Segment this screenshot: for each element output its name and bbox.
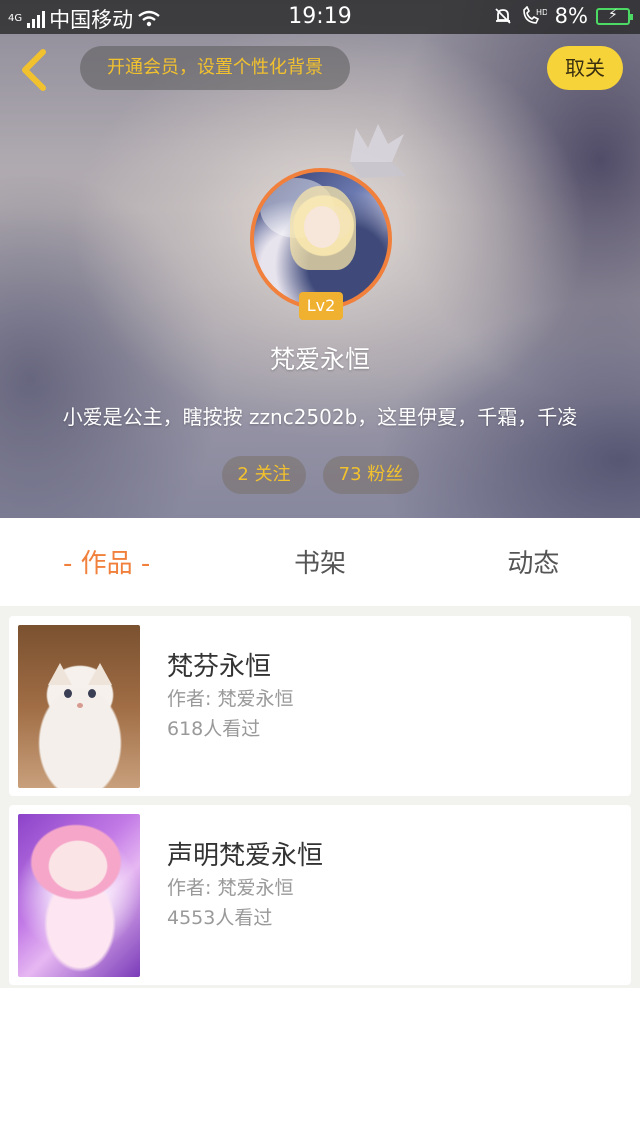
tab-activity[interactable]: 动态 — [427, 518, 640, 606]
cat-eye — [88, 689, 96, 698]
list-item[interactable]: 声明梵爱永恒 作者: 梵爱永恒 4553人看过 — [9, 805, 631, 985]
battery-percent: 8% — [554, 4, 588, 28]
battery-charging-icon: ⚡ — [596, 7, 633, 25]
anime-girl-cover-image — [18, 814, 140, 977]
status-right: HD 8% ⚡ — [493, 4, 633, 28]
avatar-face — [304, 206, 340, 248]
vip-banner-button[interactable]: 开通会员，设置个性化背景 — [80, 46, 350, 90]
work-author: 作者: 梵爱永恒 — [167, 688, 294, 710]
level-badge: Lv2 — [299, 292, 343, 320]
avatar[interactable] — [250, 168, 392, 310]
work-views: 618人看过 — [167, 718, 261, 740]
tab-bookshelf[interactable]: 书架 — [213, 518, 426, 606]
tab-works[interactable]: - 作品 - — [0, 518, 213, 606]
kitten-cover-image — [18, 625, 140, 788]
cat-ear — [48, 663, 72, 685]
profile-bio: 小爱是公主，瞎按按 zznc2502b，这里伊夏，千霜，千凌 — [62, 405, 578, 429]
unfollow-button[interactable]: 取关 — [547, 46, 623, 90]
profile-nickname: 梵爱永恒 — [269, 345, 370, 374]
cat-nose — [77, 703, 83, 708]
work-title: 梵芬永恒 — [167, 652, 272, 682]
fans-count-button[interactable]: 73 粉丝 — [323, 456, 419, 494]
hd-call-icon: HD — [522, 6, 547, 24]
following-count-button[interactable]: 2 关注 — [222, 456, 306, 494]
profile-tabs: - 作品 - 书架 动态 — [0, 518, 640, 606]
profile-header-background: 4G 中国移动 19:19 HD 8% ⚡ 开通会员，设置个性化背景 取关 Lv… — [0, 0, 640, 518]
back-button[interactable] — [16, 48, 52, 92]
work-title: 声明梵爱永恒 — [167, 841, 324, 871]
work-views: 4553人看过 — [167, 907, 273, 929]
status-bar: 4G 中国移动 19:19 HD 8% ⚡ — [0, 0, 640, 34]
cat-eye — [64, 689, 72, 698]
cat-ear — [88, 663, 112, 685]
works-list: 梵芬永恒 作者: 梵爱永恒 618人看过 声明梵爱永恒 作者: 梵爱永恒 455… — [0, 606, 640, 988]
mute-bell-icon — [495, 8, 511, 24]
list-item[interactable]: 梵芬永恒 作者: 梵爱永恒 618人看过 — [9, 616, 631, 796]
svg-text:HD: HD — [536, 8, 547, 17]
crown-icon — [350, 124, 406, 178]
work-author: 作者: 梵爱永恒 — [167, 877, 294, 899]
